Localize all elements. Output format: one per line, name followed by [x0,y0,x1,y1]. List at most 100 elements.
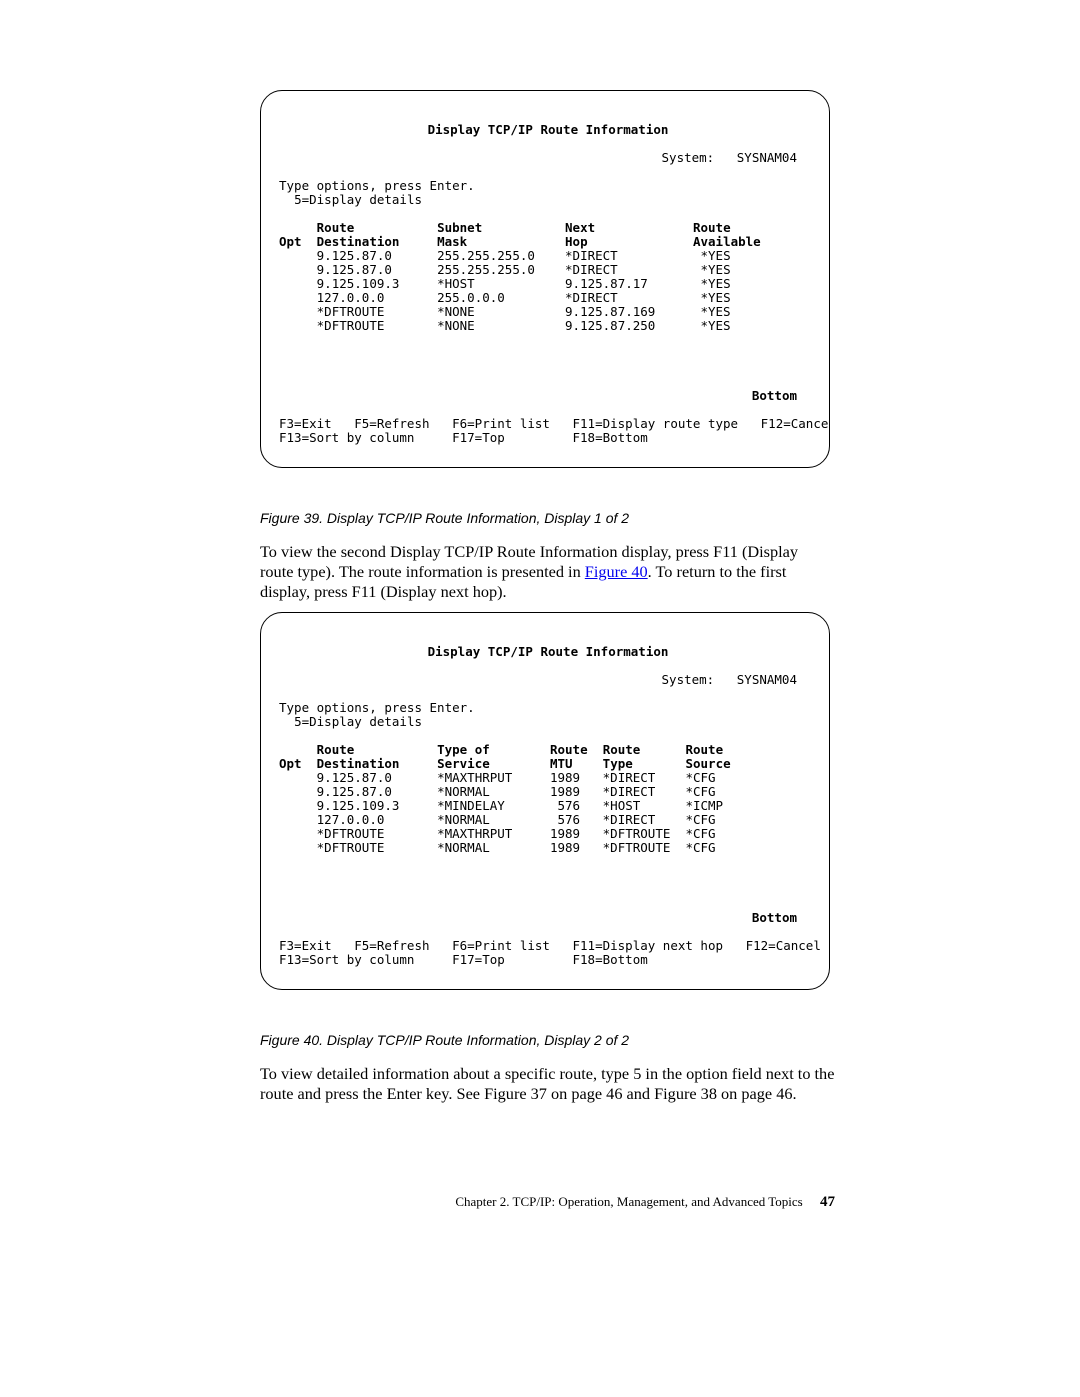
figure-caption-39: Figure 39. Display TCP/IP Route Informat… [260,510,835,526]
hdr: MTU [550,756,573,771]
cell: 9.125.109.3 [317,276,400,291]
hdr: Route [317,742,355,757]
paragraph-1: To view the second Display TCP/IP Route … [260,542,835,602]
hdr: Destination [317,756,400,771]
cell: 9.125.87.0 [317,262,392,277]
cell: *DFTROUTE [603,826,671,841]
cell: 255.255.255.0 [437,262,535,277]
system-label: System: [662,672,715,687]
cell: 576 [558,798,581,813]
cell: *YES [700,304,730,319]
cell: 9.125.87.0 [317,248,392,263]
cell: 127.0.0.0 [317,812,385,827]
fkey-line1: F3=Exit F5=Refresh F6=Print list F11=Dis… [279,416,830,431]
system-value: SYSNAM04 [737,150,797,165]
cell: *YES [701,262,731,277]
cell: *DFTROUTE [317,826,385,841]
instr-line2: 5=Display details [294,192,422,207]
cell: 9.125.87.17 [565,276,648,291]
cell: 9.125.87.169 [565,304,655,319]
cell: 1989 [550,784,580,799]
hdr: Available [693,234,761,249]
cell: 9.125.87.0 [317,770,392,785]
hdr: Service [437,756,490,771]
hdr: Next [565,220,595,235]
cell: *YES [701,276,731,291]
cell: *YES [701,290,731,305]
cell: 255.255.255.0 [437,248,535,263]
cell: 255.0.0.0 [437,290,505,305]
hdr: Route [550,742,588,757]
cell: 576 [557,812,580,827]
paragraph-2: To view detailed information about a spe… [260,1064,835,1104]
hdr: Route [685,742,723,757]
footer-page-number: 47 [820,1194,835,1210]
figure-40-link[interactable]: Figure 40 [585,562,648,581]
terminal-screen-2: Display TCP/IP Route Information System:… [260,612,830,990]
screen1-title: Display TCP/IP Route Information [428,122,669,137]
fkey-line2: F13=Sort by column F17=Top F18=Bottom [279,952,648,967]
hdr: Route [317,220,355,235]
cell: *YES [700,318,730,333]
hdr: Route [603,742,641,757]
cell: *HOST [437,276,475,291]
cell: *DIRECT [603,770,656,785]
fkey-line2: F13=Sort by column F17=Top F18=Bottom [279,430,648,445]
cell: 1989 [550,826,580,841]
cell: 1989 [550,840,580,855]
hdr: Source [685,756,730,771]
cell: *MAXTHRPUT [437,770,512,785]
hdr: Route [693,220,731,235]
cell: *NONE [437,318,475,333]
cell: *MAXTHRPUT [437,826,512,841]
cell: *MINDELAY [437,798,505,813]
screen2-title: Display TCP/IP Route Information [428,644,669,659]
cell: *DFTROUTE [317,318,385,333]
bottom-indicator: Bottom [752,910,797,925]
cell: *NORMAL [437,812,490,827]
hdr: Type [603,756,633,771]
cell: *CFG [685,770,715,785]
instr-line1: Type options, press Enter. [279,700,475,715]
cell: 127.0.0.0 [317,290,385,305]
cell: *DFTROUTE [317,304,385,319]
system-label: System: [662,150,715,165]
cell: *NORMAL [437,784,490,799]
cell: *DFTROUTE [317,840,385,855]
hdr: Subnet [437,220,482,235]
instr-line1: Type options, press Enter. [279,178,475,193]
cell: *NORMAL [437,840,490,855]
instr-line2: 5=Display details [294,714,422,729]
cell: 9.125.87.250 [565,318,655,333]
cell: *NONE [437,304,475,319]
hdr: Type of [437,742,490,757]
cell: *YES [701,248,731,263]
cell: 9.125.109.3 [317,798,400,813]
cell: *HOST [603,798,641,813]
cell: 9.125.87.0 [317,784,392,799]
cell: *ICMP [685,798,723,813]
footer-chapter: Chapter 2. TCP/IP: Operation, Management… [455,1194,802,1209]
cell: *CFG [685,812,715,827]
cell: *DIRECT [565,248,618,263]
cell: *CFG [685,840,715,855]
terminal-screen-1: Display TCP/IP Route Information System:… [260,90,830,468]
cell: 1989 [550,770,580,785]
page-footer: Chapter 2. TCP/IP: Operation, Management… [0,1194,835,1211]
fkey-line1: F3=Exit F5=Refresh F6=Print list F11=Dis… [279,938,821,953]
figure-caption-40: Figure 40. Display TCP/IP Route Informat… [260,1032,835,1048]
hdr: Opt [279,756,302,771]
cell: *CFG [685,826,715,841]
bottom-indicator: Bottom [752,388,797,403]
hdr: Hop [565,234,588,249]
cell: *DIRECT [603,812,656,827]
cell: *DFTROUTE [603,840,671,855]
system-value: SYSNAM04 [737,672,797,687]
hdr: Destination [317,234,400,249]
cell: *DIRECT [603,784,656,799]
cell: *CFG [685,784,715,799]
cell: *DIRECT [565,290,618,305]
hdr: Opt [279,234,302,249]
cell: *DIRECT [565,262,618,277]
hdr: Mask [437,234,467,249]
